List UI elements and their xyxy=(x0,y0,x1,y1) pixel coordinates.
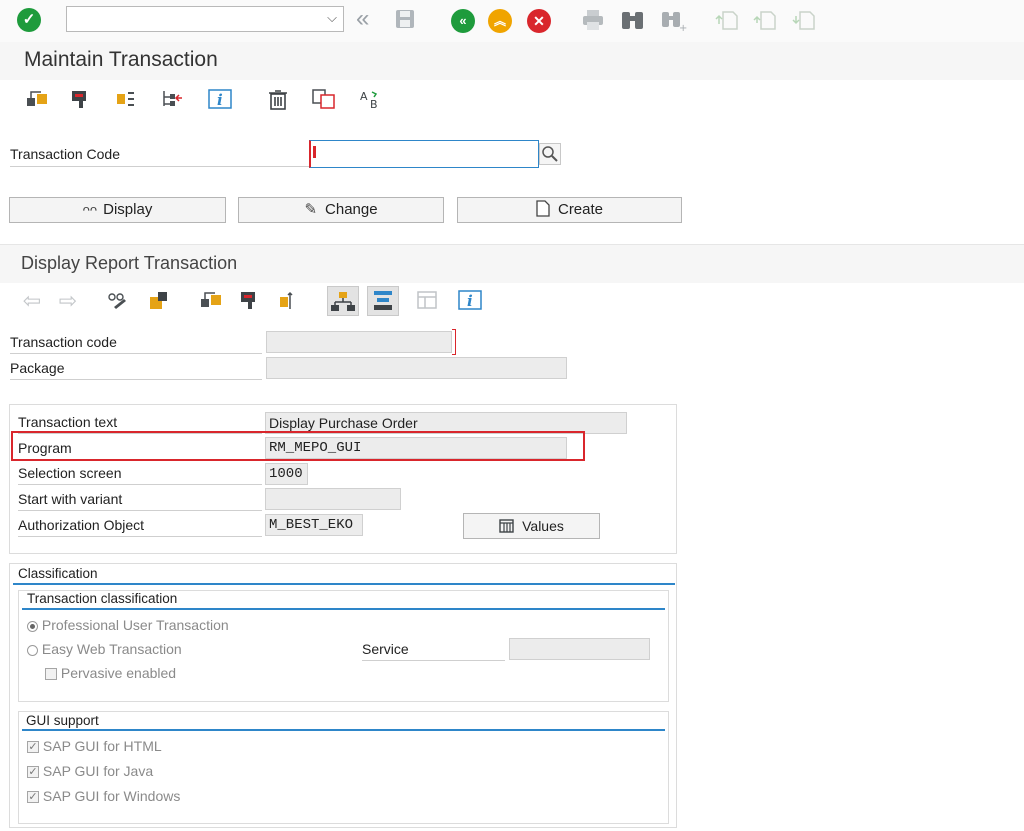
cancel-icon[interactable]: ✕ xyxy=(527,9,551,33)
required-bracket xyxy=(452,329,456,355)
first-page-icon[interactable] xyxy=(714,8,740,37)
create-button-label: Create xyxy=(557,201,604,218)
double-left-icon[interactable]: « xyxy=(356,7,369,31)
professional-label: Professional User Transaction xyxy=(41,617,229,633)
svg-text:A: A xyxy=(360,90,368,103)
info-icon[interactable]: i xyxy=(207,88,232,112)
arrow-right-icon[interactable]: ⇨ xyxy=(56,289,80,313)
package-field[interactable] xyxy=(266,357,567,379)
program-highlight-box xyxy=(11,431,585,461)
delete-icon[interactable] xyxy=(266,88,290,112)
activate-icon[interactable] xyxy=(147,289,171,313)
page-title: Maintain Transaction xyxy=(24,48,218,71)
gui-java-checkbox[interactable]: ✓ SAP GUI for Java xyxy=(27,763,153,779)
checkbox-checked-icon: ✓ xyxy=(27,741,39,754)
change-button-label: Change xyxy=(325,201,378,218)
classification-divider xyxy=(13,583,675,585)
transaction-code-label: Transaction Code xyxy=(10,146,310,167)
service-label: Service xyxy=(362,641,505,661)
display-button[interactable]: ᴖᴖ Display xyxy=(9,197,226,223)
gui-java-label: SAP GUI for Java xyxy=(42,763,154,779)
pencil-icon: ✎ xyxy=(304,201,318,218)
copy-icon[interactable] xyxy=(311,88,335,112)
svg-text:i: i xyxy=(467,292,473,310)
selection-screen-field[interactable]: 1000 xyxy=(265,463,308,485)
where-used-icon-2[interactable] xyxy=(276,289,300,313)
org-chart-icon xyxy=(331,292,355,311)
change-object-icon[interactable] xyxy=(69,88,93,112)
enter-icon[interactable]: ✓ xyxy=(17,8,41,32)
arrow-left-icon[interactable]: ⇦ xyxy=(20,289,44,313)
svg-text:B: B xyxy=(370,98,378,110)
back-icon[interactable]: « xyxy=(451,9,475,33)
easy-web-label: Easy Web Transaction xyxy=(41,641,182,657)
worklist-toggle-button[interactable] xyxy=(367,286,399,316)
display-change-icon[interactable] xyxy=(106,289,130,313)
radio-unselected-icon xyxy=(27,644,38,656)
next-page-icon[interactable] xyxy=(792,8,818,37)
prev-page-icon[interactable] xyxy=(753,8,779,37)
find-next-icon[interactable]: + xyxy=(659,8,687,37)
gui-html-label: SAP GUI for HTML xyxy=(42,738,162,754)
easy-web-radio[interactable]: Easy Web Transaction xyxy=(27,641,182,657)
glasses-icon: ᴖᴖ xyxy=(82,202,98,217)
gui-html-checkbox[interactable]: ✓ SAP GUI for HTML xyxy=(27,738,162,754)
package-label: Package xyxy=(10,360,262,380)
gui-support-divider xyxy=(22,729,665,731)
layout-icon[interactable] xyxy=(415,289,439,313)
service-field[interactable] xyxy=(509,638,650,660)
checkbox-checked-icon: ✓ xyxy=(27,766,39,779)
other-object-icon[interactable] xyxy=(25,88,49,112)
auth-object-field[interactable]: M_BEST_EKO xyxy=(265,514,363,536)
section-title: Display Report Transaction xyxy=(21,253,238,273)
new-document-icon xyxy=(536,200,550,225)
info-icon-2[interactable]: i xyxy=(457,289,482,313)
worklist-icon xyxy=(374,291,392,310)
classification-title: Classification xyxy=(18,566,98,581)
values-button[interactable]: Values xyxy=(463,513,600,539)
display-button-label: Display xyxy=(103,201,153,218)
transaction-code-input[interactable] xyxy=(309,140,539,168)
start-variant-label: Start with variant xyxy=(18,491,262,511)
gui-windows-label: SAP GUI for Windows xyxy=(42,788,181,804)
auth-object-label: Authorization Object xyxy=(18,517,262,537)
change-button[interactable]: ✎ Change xyxy=(238,197,444,223)
svg-text:i: i xyxy=(217,91,223,109)
rename-icon[interactable]: AB xyxy=(358,88,382,112)
command-input[interactable] xyxy=(71,8,315,32)
chevron-down-icon[interactable]: ⌵ xyxy=(327,10,337,26)
selection-screen-label: Selection screen xyxy=(18,465,262,485)
pervasive-label: Pervasive enabled xyxy=(60,665,177,681)
transaction-classification-title: Transaction classification xyxy=(27,591,178,606)
value-help-button[interactable] xyxy=(539,143,561,165)
checkbox-unchecked-icon xyxy=(45,668,57,681)
print-icon[interactable] xyxy=(580,8,606,37)
change-object-icon-2[interactable] xyxy=(238,289,262,313)
professional-radio[interactable]: Professional User Transaction xyxy=(27,617,229,633)
svg-text:+: + xyxy=(679,23,687,32)
create-button[interactable]: Create xyxy=(457,197,682,223)
radio-selected-icon xyxy=(27,620,38,632)
values-button-label: Values xyxy=(522,518,564,534)
start-variant-field[interactable] xyxy=(265,488,401,510)
other-object-icon-2[interactable] xyxy=(199,289,223,313)
transaction-code-display-field[interactable] xyxy=(266,331,452,353)
transaction-classification-divider xyxy=(22,608,665,610)
command-field[interactable]: ⌵ xyxy=(66,6,344,32)
pervasive-checkbox[interactable]: Pervasive enabled xyxy=(45,665,176,681)
navigation-toggle-button[interactable] xyxy=(327,286,359,316)
required-marker xyxy=(313,146,316,158)
gui-windows-checkbox[interactable]: ✓ SAP GUI for Windows xyxy=(27,788,180,804)
save-icon[interactable] xyxy=(394,8,418,35)
table-icon xyxy=(499,516,514,540)
checkbox-checked-icon: ✓ xyxy=(27,791,39,804)
find-icon[interactable] xyxy=(619,8,647,37)
hierarchy-icon[interactable] xyxy=(160,88,184,112)
gui-support-title: GUI support xyxy=(26,713,99,728)
transaction-code-display-label: Transaction code xyxy=(10,334,262,354)
where-used-icon[interactable] xyxy=(114,88,138,112)
search-icon xyxy=(542,146,558,162)
exit-icon[interactable]: ︽ xyxy=(488,9,512,33)
